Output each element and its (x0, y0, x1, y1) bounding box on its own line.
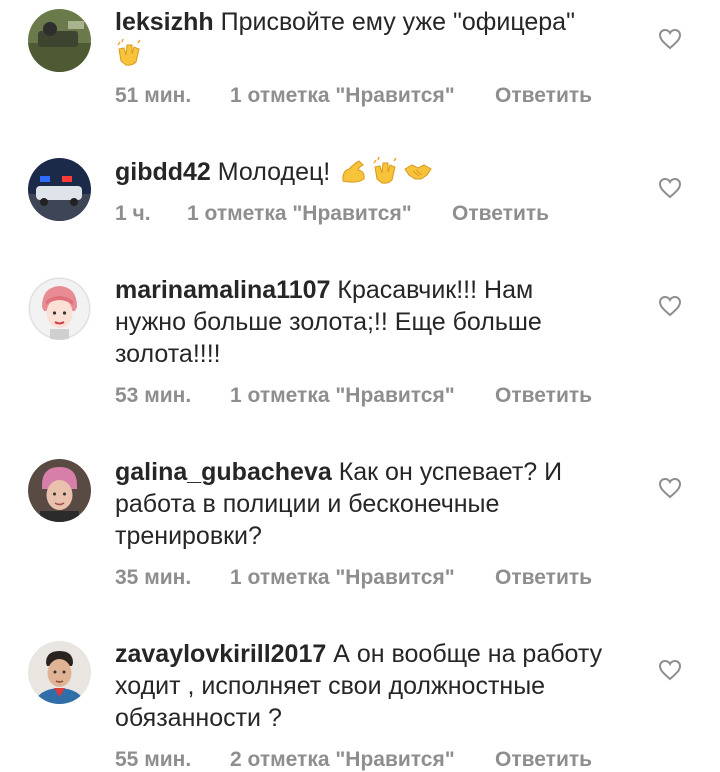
reply-button[interactable]: Ответить (495, 566, 592, 590)
comment-username[interactable]: zavaylovkirill2017 (115, 640, 326, 668)
avatar[interactable] (28, 641, 91, 704)
comment-text: Присвойте ему уже "офицера" (220, 8, 575, 36)
reply-button[interactable]: Ответить (495, 748, 592, 772)
comment-text: Молодец! (217, 158, 331, 186)
avatar[interactable] (28, 9, 91, 72)
comment-username[interactable]: leksizhh (115, 8, 214, 36)
comment-username[interactable]: marinamalina1107 (115, 276, 330, 304)
comment-likes[interactable]: 1 отметка "Нравится" (230, 384, 455, 408)
comment-time[interactable]: 1 ч. (115, 202, 151, 226)
clapping-hands-icon (117, 39, 141, 66)
comment-likes[interactable]: 1 отметка "Нравится" (230, 84, 455, 108)
comment-likes[interactable]: 1 отметка "Нравится" (230, 566, 455, 590)
comment-body: leksizhh Присвойте ему уже "офицера" (115, 6, 615, 70)
comment-item: marinamalina1107 Красавчик!!! Нам нужно … (0, 268, 720, 428)
comment-username[interactable]: gibdd42 (115, 158, 211, 186)
reply-button[interactable]: Ответить (495, 84, 592, 108)
comment-time[interactable]: 35 мин. (115, 566, 191, 590)
comment-body: gibdd42 Молодец! (115, 156, 615, 188)
comment-time[interactable]: 51 мин. (115, 84, 191, 108)
reply-button[interactable]: Ответить (495, 384, 592, 408)
comment-body: galina_gubacheva Как он успевает? И рабо… (115, 456, 585, 552)
like-heart-icon[interactable] (658, 177, 682, 199)
avatar[interactable] (28, 158, 91, 221)
comment-item: galina_gubacheva Как он успевает? И рабо… (0, 450, 720, 610)
comment-username[interactable]: galina_gubacheva (115, 458, 332, 486)
comment-likes[interactable]: 2 отметка "Нравится" (230, 748, 455, 772)
clapping-hands-icon (373, 157, 397, 184)
comment-item: leksizhh Присвойте ему уже "офицера" 51 … (0, 0, 720, 130)
flexed-biceps-icon (342, 160, 365, 183)
reply-button[interactable]: Ответить (452, 202, 549, 226)
handshake-icon (404, 164, 432, 180)
comment-item: zavaylovkirill2017 А он вообще на работу… (0, 632, 720, 771)
like-heart-icon[interactable] (658, 477, 682, 499)
comment-item: gibdd42 Молодец! 1 ч. 1 отметка "Нравитс… (0, 150, 720, 260)
like-heart-icon[interactable] (658, 295, 682, 317)
comment-body: zavaylovkirill2017 А он вообще на работу… (115, 638, 635, 734)
comment-body: marinamalina1107 Красавчик!!! Нам нужно … (115, 274, 585, 370)
like-heart-icon[interactable] (658, 28, 682, 50)
comment-time[interactable]: 53 мин. (115, 384, 191, 408)
avatar[interactable] (28, 459, 91, 522)
avatar[interactable] (28, 277, 91, 340)
like-heart-icon[interactable] (658, 659, 682, 681)
comment-likes[interactable]: 1 отметка "Нравится" (187, 202, 412, 226)
comment-time[interactable]: 55 мин. (115, 748, 191, 772)
